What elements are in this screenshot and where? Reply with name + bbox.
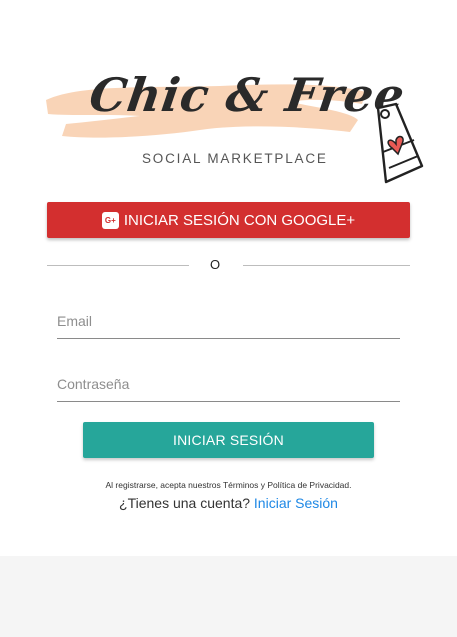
have-account-prompt: ¿Tienes una cuenta? Iniciar Sesión [0, 495, 457, 511]
login-link[interactable]: Iniciar Sesión [254, 495, 338, 511]
terms-notice: Al registrarse, acepta nuestros Términos… [105, 480, 352, 490]
price-tag-heart-icon [376, 102, 424, 184]
login-card: Chic & Free SOCIAL MARKETPLACE G+ INICIA… [0, 0, 457, 556]
password-field-wrapper [57, 362, 400, 402]
divider-text: O [210, 257, 221, 272]
have-account-question: ¿Tienes una cuenta? [119, 495, 251, 511]
divider-line-right [243, 265, 410, 266]
email-field-wrapper [57, 299, 400, 339]
login-button[interactable]: INICIAR SESIÓN [83, 422, 374, 458]
or-divider: O [47, 255, 410, 275]
google-signin-button[interactable]: G+ INICIAR SESIÓN CON GOOGLE+ [47, 202, 410, 238]
password-field[interactable] [57, 362, 400, 401]
divider-line-left [47, 265, 189, 266]
google-plus-icon: G+ [101, 211, 119, 229]
brand-logo: Chic & Free SOCIAL MARKETPLACE [40, 62, 425, 190]
google-signin-label: INICIAR SESIÓN CON GOOGLE+ [123, 211, 356, 229]
email-field[interactable] [57, 299, 400, 338]
brand-tagline: SOCIAL MARKETPLACE [142, 151, 328, 166]
